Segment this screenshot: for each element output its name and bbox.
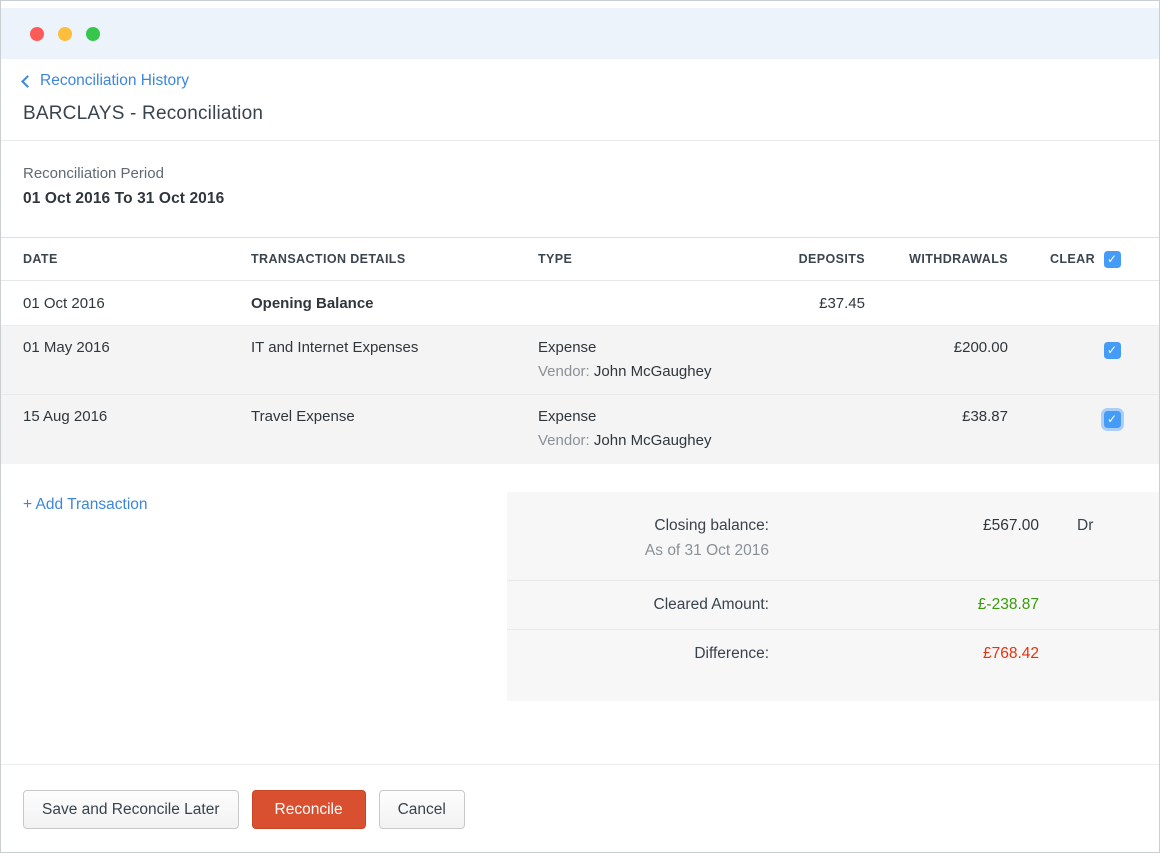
titlebar-gap: [1, 1, 1159, 8]
column-header-details: TRANSACTION DETAILS: [251, 252, 538, 266]
column-header-date: DATE: [23, 252, 251, 266]
row-date: 01 Oct 2016: [23, 295, 251, 312]
row-deposit-amount: £37.45: [734, 295, 865, 312]
difference-label: Difference:: [507, 645, 769, 663]
reconcile-button[interactable]: Reconcile: [252, 790, 366, 829]
row-date: 15 Aug 2016: [23, 408, 251, 464]
vendor-name: John McGaughey: [594, 432, 712, 449]
window-titlebar: [1, 8, 1159, 59]
table-row: 01 Oct 2016 Opening Balance £37.45: [1, 281, 1159, 326]
column-header-withdrawals: WITHDRAWALS: [865, 252, 1008, 266]
closing-balance-label: Closing balance:: [507, 517, 769, 535]
closing-balance-amount: £567.00: [769, 517, 1039, 535]
page-header: Reconciliation History BARCLAYS - Reconc…: [1, 59, 1159, 141]
difference-value: £768.42: [769, 645, 1039, 663]
lower-section: + Add Transaction Closing balance: As of…: [1, 464, 1159, 764]
row-date: 01 May 2016: [23, 339, 251, 394]
period-label: Reconciliation Period: [23, 165, 1137, 182]
page-title: BARCLAYS - Reconciliation: [23, 103, 1137, 125]
table-row: 15 Aug 2016 Travel Expense Expense Vendo…: [1, 395, 1159, 464]
row-type: Expense Vendor: John McGaughey: [538, 339, 734, 394]
transactions-table: DATE TRANSACTION DETAILS TYPE DEPOSITS W…: [1, 237, 1159, 464]
row-deposit-amount: [734, 408, 865, 464]
save-and-reconcile-later-button[interactable]: Save and Reconcile Later: [23, 790, 239, 829]
row-vendor: Vendor: John McGaughey: [538, 363, 734, 380]
cleared-amount-row: Cleared Amount: £-238.87: [507, 580, 1159, 629]
cancel-button[interactable]: Cancel: [379, 790, 465, 829]
closing-balance-row: Closing balance: As of 31 Oct 2016 £567.…: [507, 492, 1159, 580]
difference-row: Difference: £768.42: [507, 629, 1159, 701]
window-zoom-button[interactable]: [86, 27, 100, 41]
closing-balance-drcr: Dr: [1039, 517, 1134, 535]
closing-balance-asof: As of 31 Oct 2016: [507, 542, 769, 560]
window-minimize-button[interactable]: [58, 27, 72, 41]
row-type-value: Expense: [538, 408, 734, 425]
clear-column-label: CLEAR: [1050, 252, 1095, 266]
clear-checkbox[interactable]: [1104, 411, 1121, 428]
breadcrumb-back-link[interactable]: Reconciliation History: [23, 72, 189, 90]
footer-actions: Save and Reconcile Later Reconcile Cance…: [1, 764, 1159, 829]
row-details: IT and Internet Expenses: [251, 339, 538, 394]
row-type-value: Expense: [538, 339, 734, 356]
vendor-name: John McGaughey: [594, 363, 712, 380]
table-header-row: DATE TRANSACTION DETAILS TYPE DEPOSITS W…: [1, 237, 1159, 281]
summary-panel: Closing balance: As of 31 Oct 2016 £567.…: [507, 492, 1159, 701]
row-deposit-amount: [734, 339, 865, 394]
vendor-label: Vendor:: [538, 363, 590, 380]
table-row: 01 May 2016 IT and Internet Expenses Exp…: [1, 326, 1159, 395]
row-details: Travel Expense: [251, 408, 538, 464]
column-header-type: TYPE: [538, 252, 734, 266]
vendor-label: Vendor:: [538, 432, 590, 449]
row-details: Opening Balance: [251, 295, 538, 312]
period-value: 01 Oct 2016 To 31 Oct 2016: [23, 190, 1137, 208]
column-header-clear: CLEAR: [1008, 251, 1137, 268]
select-all-checkbox[interactable]: [1104, 251, 1121, 268]
cleared-amount-label: Cleared Amount:: [507, 596, 769, 614]
row-clear-cell: [1008, 339, 1137, 394]
row-type: Expense Vendor: John McGaughey: [538, 408, 734, 464]
row-vendor: Vendor: John McGaughey: [538, 432, 734, 449]
clear-checkbox[interactable]: [1104, 342, 1121, 359]
row-withdrawal-amount: £200.00: [865, 339, 1008, 394]
reconciliation-period-section: Reconciliation Period 01 Oct 2016 To 31 …: [1, 141, 1159, 237]
cleared-amount-value: £-238.87: [769, 596, 1039, 614]
breadcrumb-label: Reconciliation History: [40, 72, 189, 90]
chevron-left-icon: [21, 75, 34, 88]
row-clear-cell: [1008, 408, 1137, 464]
app-window: Reconciliation History BARCLAYS - Reconc…: [0, 0, 1160, 853]
window-close-button[interactable]: [30, 27, 44, 41]
row-withdrawal-amount: £38.87: [865, 408, 1008, 464]
column-header-deposits: DEPOSITS: [734, 252, 865, 266]
add-transaction-link[interactable]: + Add Transaction: [23, 496, 507, 514]
